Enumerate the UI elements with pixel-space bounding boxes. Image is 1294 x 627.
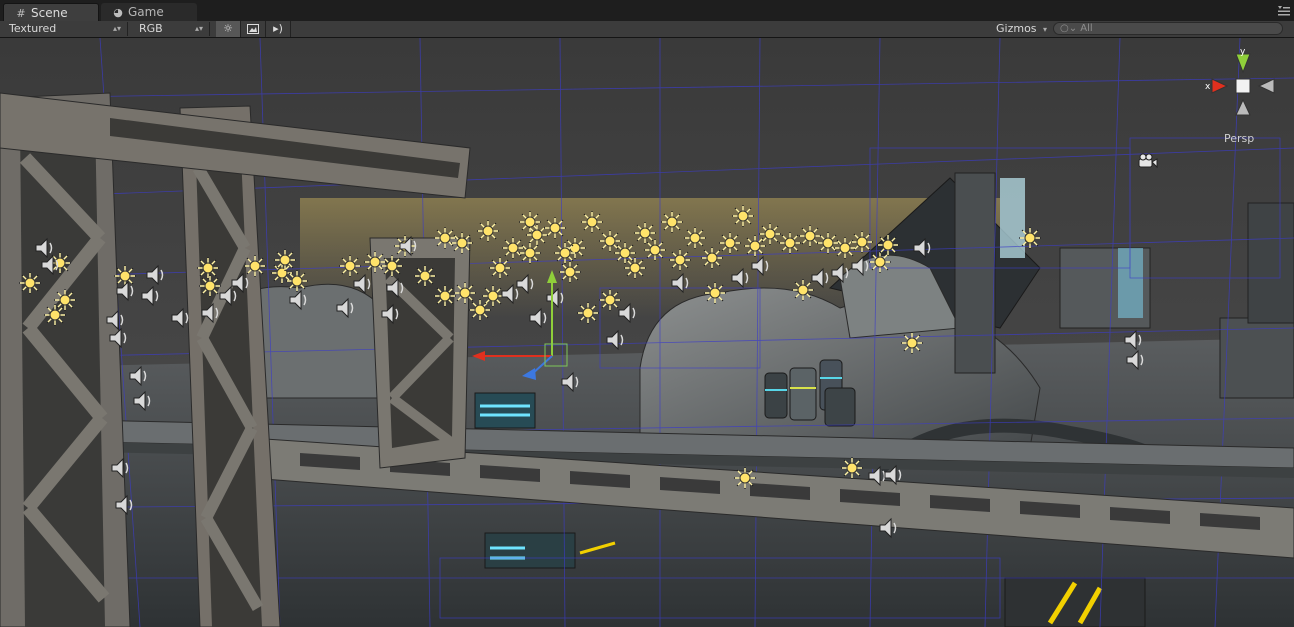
scene-viewport[interactable]: y x Persp xyxy=(0,38,1294,627)
sun-icon: ☼ xyxy=(223,22,233,35)
speaker-icon: ▸) xyxy=(273,22,283,35)
hierarchy-search-input[interactable]: ○⌄ All xyxy=(1053,22,1283,35)
search-icon: ○⌄ xyxy=(1060,23,1078,34)
game-icon: ◕ xyxy=(113,6,123,19)
scene-audio-toggle[interactable]: ▸) xyxy=(266,21,291,37)
dropdown-arrows-icon: ▴▾ xyxy=(194,24,203,33)
gizmos-label: Gizmos xyxy=(996,22,1037,35)
search-placeholder: All xyxy=(1080,23,1093,34)
render-mode-value: Textured xyxy=(9,22,57,35)
channel-value: RGB xyxy=(139,22,163,35)
gizmos-dropdown[interactable]: Gizmos ▾ xyxy=(996,22,1047,36)
scene-toolbar: Textured ▴▾ RGB ▴▾ ☼ ▸) Gizmos ▾ ○⌄ All xyxy=(0,21,1294,38)
tab-scene-label: Scene xyxy=(31,6,68,20)
scene-skybox-toggle[interactable] xyxy=(241,21,266,37)
x-axis-label: x xyxy=(1205,82,1211,92)
y-axis-label: y xyxy=(1240,47,1246,57)
channel-dropdown[interactable]: RGB ▴▾ xyxy=(134,22,210,36)
dropdown-arrows-icon: ▴▾ xyxy=(112,24,121,33)
gizmo-center-cube[interactable] xyxy=(1235,78,1251,94)
projection-label[interactable]: Persp xyxy=(1224,132,1254,145)
chevron-down-icon: ▾ xyxy=(1043,25,1048,34)
tab-game-label: Game xyxy=(128,5,164,19)
render-mode-dropdown[interactable]: Textured ▴▾ xyxy=(4,22,128,36)
panel-menu-icon[interactable] xyxy=(1278,6,1290,16)
image-icon xyxy=(247,24,259,34)
scene-lighting-toggle[interactable]: ☼ xyxy=(216,21,241,37)
window-tab-bar: # Scene ◕ Game xyxy=(0,0,1294,22)
tab-game[interactable]: ◕ Game xyxy=(101,3,197,21)
tab-scene[interactable]: # Scene xyxy=(3,3,99,21)
